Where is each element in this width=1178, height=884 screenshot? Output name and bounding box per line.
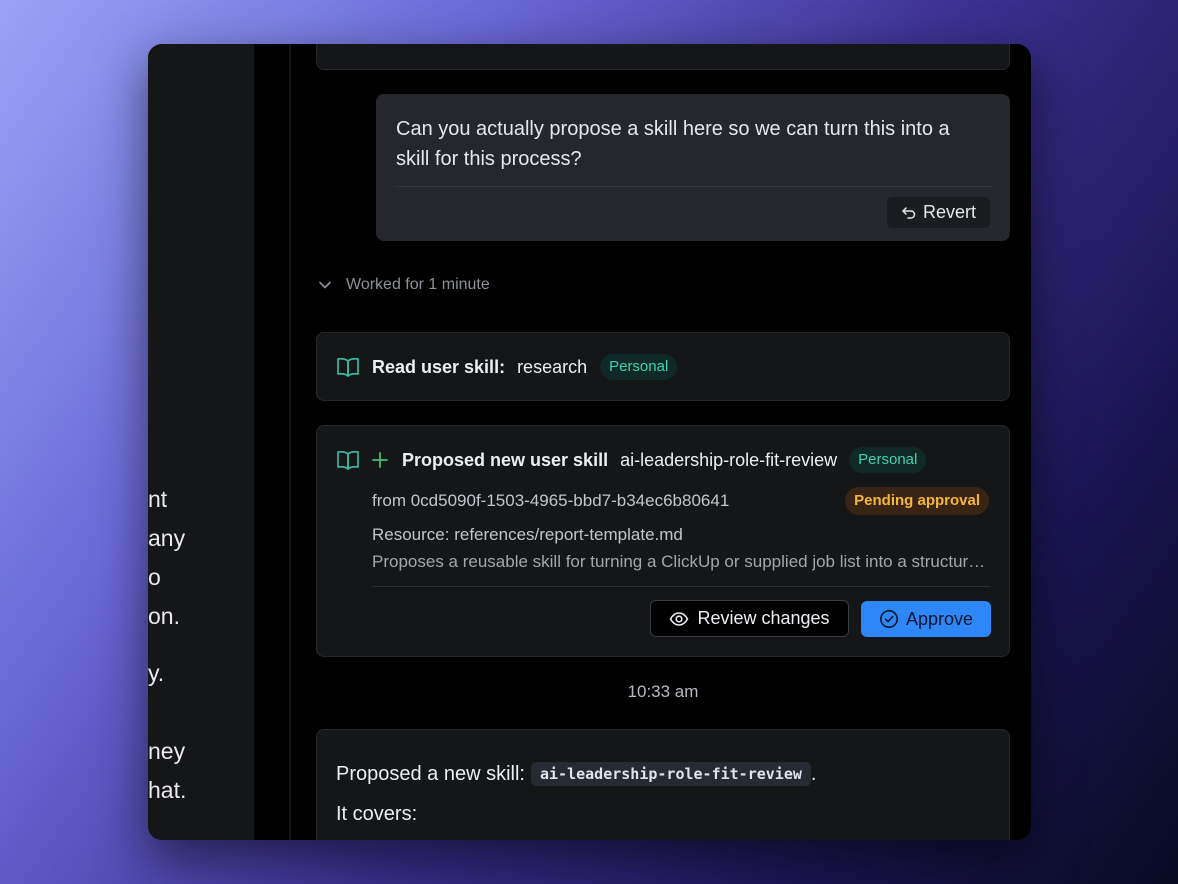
proposed-skill-label: Proposed new user skill xyxy=(402,449,609,470)
left-panel-text: y. xyxy=(148,660,165,686)
eye-icon xyxy=(669,611,689,627)
approve-label: Approve xyxy=(905,608,974,629)
undo-icon xyxy=(901,205,917,221)
chevron-down-icon xyxy=(318,278,332,292)
panel-gap xyxy=(254,44,290,840)
book-open-icon xyxy=(336,356,360,378)
left-panel-text: hat. xyxy=(148,777,187,803)
read-skill-label: Read user skill: xyxy=(372,356,506,377)
left-panel-text: ney xyxy=(148,738,186,764)
left-panel: nt any o on. y. ney hat. xyxy=(148,44,254,840)
review-changes-label: Review changes xyxy=(697,608,830,628)
skill-description: Proposes a reusable skill for turning a … xyxy=(372,552,988,571)
left-panel-text: nt xyxy=(148,486,168,512)
worked-label: Worked for 1 minute xyxy=(346,276,490,293)
personal-badge: Personal xyxy=(849,447,927,473)
proposed-skill-card: Proposed new user skill ai-leadership-ro… xyxy=(316,425,1010,657)
user-message-divider xyxy=(394,186,992,187)
review-changes-button[interactable]: Review changes xyxy=(650,600,849,637)
panel-divider xyxy=(289,44,291,840)
previous-card xyxy=(316,44,1010,70)
check-circle-icon xyxy=(879,609,899,629)
left-panel-text: any xyxy=(148,525,186,551)
card-divider xyxy=(372,586,990,587)
personal-badge: Personal xyxy=(600,354,678,380)
message-timestamp: 10:33 am xyxy=(627,682,699,701)
inline-code: ai-leadership-role-fit-review xyxy=(530,762,811,786)
reply-intro: Proposed a new skill: xyxy=(336,762,525,785)
read-skill-card: Read user skill: research Personal xyxy=(316,332,1010,401)
reply-period: . xyxy=(810,762,817,785)
revert-label: Revert xyxy=(922,202,976,222)
left-panel-text: o xyxy=(148,564,161,590)
app-window: nt any o on. y. ney hat. Can you actuall… xyxy=(148,44,1031,840)
plus-icon xyxy=(371,451,389,469)
read-skill-name: research xyxy=(517,356,588,377)
source-id: from 0cd5090f-1503-4965-bbd7-b34ec6b8064… xyxy=(372,491,730,510)
worked-toggle[interactable]: Worked for 1 minute xyxy=(318,276,490,294)
reply-covers: It covers: xyxy=(336,803,418,825)
resource-path: Resource: references/report-template.md xyxy=(372,525,683,544)
assistant-reply: Proposed a new skill: ai-leadership-role… xyxy=(316,729,1010,840)
proposed-skill-name: ai-leadership-role-fit-review xyxy=(620,449,838,470)
user-message: Can you actually propose a skill here so… xyxy=(376,94,1010,241)
left-panel-text: on. xyxy=(148,603,180,629)
book-open-icon xyxy=(336,449,360,471)
user-message-text: Can you actually propose a skill here so… xyxy=(396,118,950,170)
revert-button[interactable]: Revert xyxy=(887,197,990,228)
pending-approval-badge: Pending approval xyxy=(845,487,989,515)
approve-button[interactable]: Approve xyxy=(861,601,991,637)
reply-intro-line: Proposed a new skill: ai-leadership-role… xyxy=(336,762,816,786)
